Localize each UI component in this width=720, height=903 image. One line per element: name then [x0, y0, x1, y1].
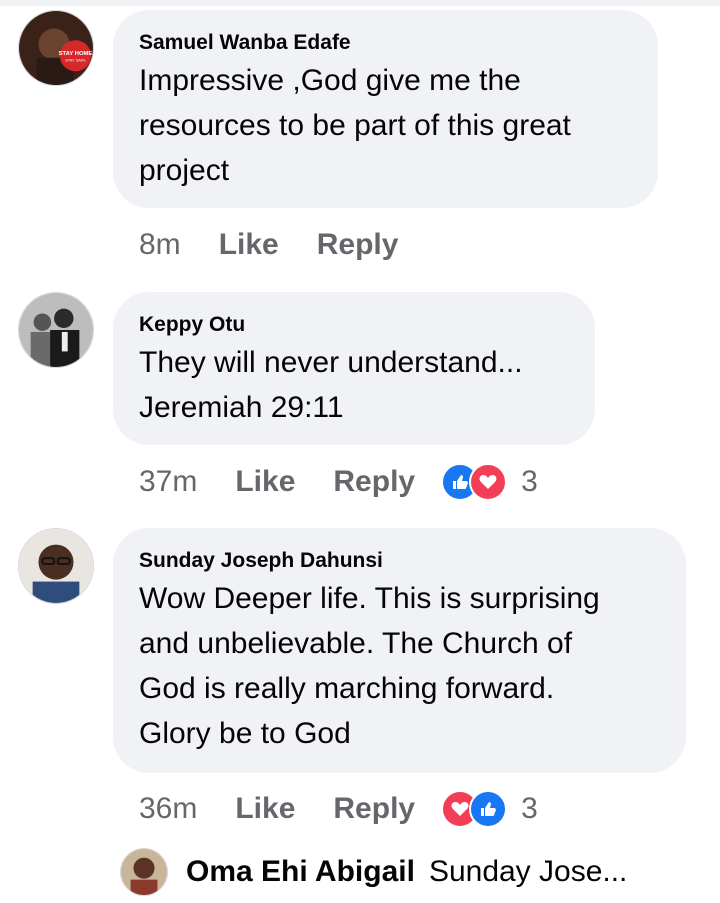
comment-bubble: Samuel Wanba Edafe Impressive ,God give …: [113, 10, 658, 208]
badge-text-2: STAY SAFE: [65, 58, 86, 63]
comment-time[interactable]: 37m: [139, 465, 197, 499]
avatar[interactable]: STAY HOME STAY SAFE: [18, 10, 94, 86]
like-button[interactable]: Like: [235, 465, 295, 499]
reactions-summary[interactable]: 3: [441, 463, 538, 501]
reply-author[interactable]: Oma Ehi Abigail: [186, 855, 415, 889]
reply-button[interactable]: Reply: [317, 228, 399, 262]
badge-text-1: STAY HOME: [59, 51, 93, 57]
avatar[interactable]: [18, 292, 94, 368]
like-reaction-icon: [469, 790, 508, 828]
comment-text: Impressive ,God give me the resources to…: [139, 58, 632, 193]
comment-time[interactable]: 8m: [139, 228, 181, 262]
comment-line: God is really marching forward.: [139, 672, 555, 705]
comment-actions: 36m Like Reply 3: [139, 789, 538, 829]
top-divider: [0, 0, 720, 6]
comment-line: project: [139, 154, 230, 187]
like-button[interactable]: Like: [219, 228, 279, 262]
reaction-count: 3: [521, 465, 538, 498]
comment-bubble: Keppy Otu They will never understand... …: [113, 292, 595, 445]
comment-bubble: Sunday Joseph Dahunsi Wow Deeper life. T…: [113, 528, 686, 773]
reaction-count: 3: [521, 792, 538, 825]
comment-author[interactable]: Keppy Otu: [139, 312, 569, 338]
comment-line: Impressive ,God give me the: [139, 64, 521, 97]
comment-actions: 37m Like Reply 3: [139, 462, 538, 502]
avatar[interactable]: [18, 528, 94, 604]
comment-line: resources to be part of this great: [139, 109, 571, 142]
love-reaction-icon: [469, 463, 508, 501]
reply-preview[interactable]: Oma Ehi Abigail Sunday Jose...: [120, 846, 627, 898]
reply-button[interactable]: Reply: [333, 465, 415, 499]
comment-line: Glory be to God: [139, 717, 351, 750]
comment-line: They will never understand...: [139, 346, 523, 379]
comment-actions: 8m Like Reply: [139, 225, 436, 265]
comment-line: and unbelievable. The Church of: [139, 627, 573, 660]
comment-line: Jeremiah 29:11: [139, 391, 344, 424]
comment-time[interactable]: 36m: [139, 792, 197, 826]
reply-text[interactable]: Sunday Jose...: [429, 855, 627, 889]
comment-text: Wow Deeper life. This is surprising and …: [139, 576, 660, 756]
like-button[interactable]: Like: [235, 792, 295, 826]
comment-text: They will never understand... Jeremiah 2…: [139, 340, 569, 430]
reply-button[interactable]: Reply: [333, 792, 415, 826]
comment-line: Wow Deeper life. This is surprising: [139, 582, 600, 615]
comment-author[interactable]: Sunday Joseph Dahunsi: [139, 548, 660, 574]
avatar[interactable]: [120, 848, 168, 896]
comment-author[interactable]: Samuel Wanba Edafe: [139, 30, 632, 56]
reactions-summary[interactable]: 3: [441, 790, 538, 828]
